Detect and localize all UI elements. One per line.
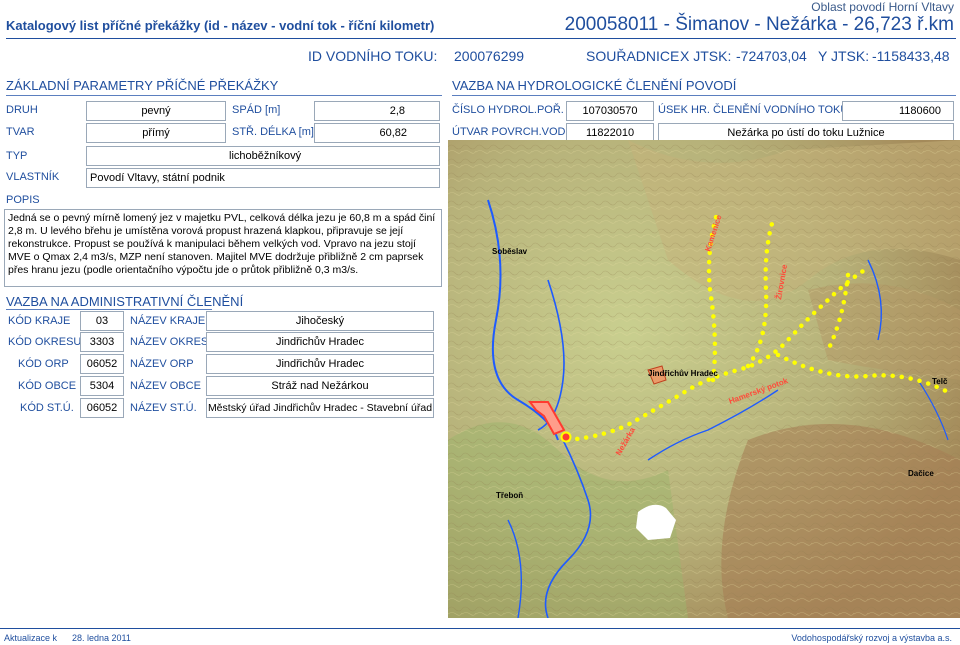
nazev-stu-text: Městský úřad Jindřichův Hradec - Stavebn… <box>207 402 433 414</box>
hydro-heading-rule <box>452 95 956 96</box>
kod-kraje-text: 03 <box>95 315 109 327</box>
vlastnik-label: VLASTNÍK <box>6 171 60 183</box>
x-value: -724703,04 <box>736 48 807 64</box>
kod-kraje-value: 03 <box>80 311 124 331</box>
kod-stu-label: KÓD ST.Ú. <box>20 402 74 414</box>
tvar-label: TVAR <box>6 126 35 138</box>
kod-okresu-label: KÓD OKRESU <box>8 336 82 348</box>
cislo-hydrol-text: 107030570 <box>582 105 638 117</box>
admin-heading-rule <box>6 309 212 310</box>
nazev-okresu-value: Jindřichův Hradec <box>206 332 434 352</box>
kod-obce-value: 5304 <box>80 376 124 396</box>
nazev-obce-value: Stráž nad Nežárkou <box>206 376 434 396</box>
nazev-okresu-label: NÁZEV OKRESU <box>130 336 217 348</box>
druh-value: pevný <box>86 101 226 121</box>
spad-value: 2,8 <box>314 101 440 121</box>
nazev-orp-label: NÁZEV ORP <box>130 358 194 370</box>
nazev-okresu-text: Jindřichův Hradec <box>275 336 365 348</box>
kod-stu-value: 06052 <box>80 398 124 418</box>
basic-heading-rule <box>6 95 442 96</box>
druh-text: pevný <box>141 105 171 117</box>
tvar-value: přímý <box>86 123 226 143</box>
kod-obce-text: 5304 <box>89 380 115 392</box>
usek-text: 1180600 <box>898 105 941 117</box>
y-label: Y JTSK: <box>818 48 870 64</box>
map-label-telc: Telč <box>932 377 948 386</box>
vlastnik-value: Povodí Vltavy, státní podnik <box>86 168 440 188</box>
map-canvas: Soběslav Kamenice Žirovnice Jindřichův H… <box>448 140 960 618</box>
cislo-hydrol-value: 107030570 <box>566 101 654 121</box>
watercourse-id-label: ID VODNÍHO TOKU: <box>308 48 438 64</box>
location-map[interactable]: Soběslav Kamenice Žirovnice Jindřichův H… <box>448 140 960 618</box>
document-title: Katalogový list příčné překážky (id - ná… <box>6 18 435 33</box>
footer-rule <box>0 628 960 629</box>
update-label: Aktualizace k <box>4 633 58 643</box>
nazev-obce-text: Stráž nad Nežárkou <box>271 380 369 392</box>
tvar-text: přímý <box>142 127 170 139</box>
nazev-obce-label: NÁZEV OBCE <box>130 380 201 392</box>
popis-box: Jedná se o pevný mírně lomený jez v maje… <box>4 209 442 287</box>
kod-stu-text: 06052 <box>86 402 118 414</box>
x-label: X JTSK: <box>680 48 732 64</box>
obstacle-id-line: 200058011 - Šimanov - Nežárka - 26,723 ř… <box>564 14 954 35</box>
nazev-stu-value: Městský úřad Jindřichův Hradec - Stavebn… <box>206 398 434 418</box>
spad-text: 2,8 <box>389 105 405 117</box>
utvar-name-text: Nežárka po ústí do toku Lužnice <box>727 127 885 139</box>
kod-obce-label: KÓD OBCE <box>18 380 77 392</box>
map-label-trebon: Třeboň <box>496 491 523 500</box>
map-label-dacice: Dačice <box>908 469 934 478</box>
header-rule <box>6 38 956 39</box>
spad-label: SPÁD [m] <box>232 104 281 116</box>
popis-label: POPIS <box>6 194 40 206</box>
kod-orp-label: KÓD ORP <box>18 358 69 370</box>
update-date: 28. ledna 2011 <box>72 633 131 643</box>
popis-text: Jedná se o pevný mírně lomený jez v maje… <box>8 212 436 276</box>
watercourse-id: 200076299 <box>454 48 525 64</box>
region-name: Oblast povodí Horní Vltavy <box>811 0 954 14</box>
kod-kraje-label: KÓD KRAJE <box>8 315 71 327</box>
nazev-kraje-value: Jihočeský <box>206 311 434 331</box>
admin-heading: VAZBA NA ADMINISTRATIVNÍ ČLENĚNÍ <box>6 294 244 309</box>
coords-label: SOUŘADNICE <box>586 48 680 64</box>
cislo-hydrol-label: ČÍSLO HYDROL.POŘ. <box>452 104 564 116</box>
typ-label: TYP <box>6 150 28 162</box>
hydro-heading: VAZBA NA HYDROLOGICKÉ ČLENĚNÍ POVODÍ <box>452 78 737 93</box>
nazev-kraje-label: NÁZEV KRAJE <box>130 315 206 327</box>
nazev-orp-text: Jindřichův Hradec <box>275 358 365 370</box>
map-label-jindrichuv-hradec: Jindřichův Hradec <box>648 369 718 378</box>
y-value: -1158433,48 <box>872 48 950 64</box>
terrain-texture <box>448 140 960 618</box>
nazev-orp-value: Jindřichův Hradec <box>206 354 434 374</box>
author: Vodohospodářský rozvoj a výstavba a.s. <box>791 633 952 643</box>
delka-label: STŘ. DÉLKA [m] <box>232 126 314 138</box>
typ-value: lichoběžníkový <box>86 146 440 166</box>
delka-text: 60,82 <box>379 127 407 139</box>
druh-label: DRUH <box>6 104 38 116</box>
delka-value: 60,82 <box>314 123 440 143</box>
nazev-kraje-text: Jihočeský <box>295 315 345 327</box>
typ-text: lichoběžníkový <box>229 150 302 162</box>
obstacle-point[interactable] <box>560 431 572 443</box>
nazev-stu-label: NÁZEV ST.Ú. <box>130 402 197 414</box>
usek-label: ÚSEK HR. ČLENĚNÍ VODNÍHO TOKU <box>658 104 849 116</box>
kod-orp-text: 06052 <box>86 358 118 370</box>
vlastnik-text: Povodí Vltavy, státní podnik <box>90 172 225 184</box>
utvar-label: ÚTVAR POVRCH.VOD <box>452 126 566 138</box>
utvar-text: 11822010 <box>585 127 635 139</box>
map-label-sobeslav: Soběslav <box>492 247 528 256</box>
usek-value: 1180600 <box>842 101 954 121</box>
basic-params-heading: ZÁKLADNÍ PARAMETRY PŘÍČNÉ PŘEKÁŽKY <box>6 78 279 93</box>
kod-orp-value: 06052 <box>80 354 124 374</box>
kod-okresu-value: 3303 <box>80 332 124 352</box>
kod-okresu-text: 3303 <box>89 336 115 348</box>
